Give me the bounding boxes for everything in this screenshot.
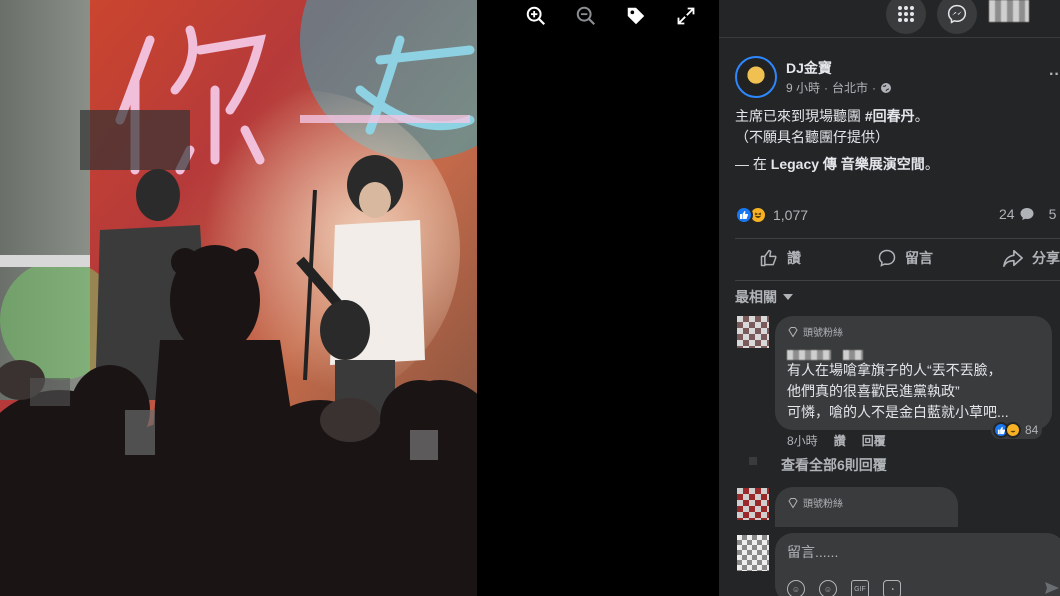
- zoom-in-icon[interactable]: [524, 4, 548, 28]
- gif-icon[interactable]: GIF: [851, 580, 869, 596]
- author-name[interactable]: DJ金寶: [786, 58, 832, 78]
- divider: [735, 238, 1060, 239]
- chevron-down-icon: [783, 294, 793, 300]
- comment-reaction-count: 84: [1025, 423, 1039, 437]
- post-time[interactable]: 9 小時: [786, 79, 820, 96]
- top-fan-badge[interactable]: 頭號粉絲: [787, 495, 843, 510]
- tag-icon[interactable]: [624, 4, 648, 28]
- comment-label: 留言: [905, 250, 933, 266]
- commenter-avatar-blurred[interactable]: [737, 316, 769, 348]
- comment-reply-button[interactable]: 回覆: [862, 432, 886, 449]
- fullscreen-icon[interactable]: [674, 4, 698, 28]
- engagement-counts: 24 5: [999, 206, 1056, 222]
- comment-like-button[interactable]: 讚: [834, 432, 846, 449]
- zoom-out-icon[interactable]: [574, 4, 598, 28]
- concert-photo[interactable]: [0, 0, 477, 596]
- comment-meta: 8小時 讚 回覆: [787, 432, 886, 449]
- post-panel: DJ金寶 9 小時 · 台北市 · ··· 主席已來到現場聽團 #回春丹。 （不…: [719, 0, 1060, 596]
- comment-sort-dropdown[interactable]: 最相關: [735, 287, 793, 307]
- post-location[interactable]: 台北市: [832, 79, 868, 96]
- commenter-name-blurred[interactable]: [787, 350, 831, 360]
- comment-composer: ☺ ☺ GIF ◔: [775, 533, 1060, 596]
- comment-count-icon: [1020, 208, 1034, 220]
- post-meta: 9 小時 · 台北市 ·: [786, 79, 892, 96]
- comment-time[interactable]: 8小時: [787, 432, 818, 449]
- share-label: 分享: [1032, 250, 1060, 266]
- comment-line: 他們真的很喜歡民進黨執政”: [787, 383, 960, 399]
- globe-icon: [881, 82, 892, 93]
- send-icon[interactable]: [1044, 580, 1060, 596]
- hashtag-link[interactable]: #回春丹: [865, 108, 915, 124]
- diamond-icon: [788, 326, 798, 337]
- comment-line: 可憐，嗆的人不是金白藍就小草吧...: [787, 404, 1009, 420]
- photo-viewer: [0, 0, 719, 596]
- emoji-icon[interactable]: ☺: [819, 580, 837, 596]
- sort-label: 最相關: [735, 289, 777, 305]
- like-label: 讚: [787, 250, 801, 266]
- diamond-icon: [788, 497, 798, 508]
- place-link[interactable]: Legacy 傳 音樂展演空間: [771, 156, 925, 172]
- comment-line: 有人在場嗆拿旗子的人“丟不丟臉，: [787, 362, 1002, 378]
- composer-tools: ☺ ☺ GIF ◔: [787, 580, 901, 596]
- author-avatar[interactable]: [735, 56, 777, 98]
- reaction-count: 1,077: [773, 207, 809, 223]
- post-body: 主席已來到現場聽團 #回春丹。 （不願具名聽團仔提供） — 在 Legacy 傳…: [735, 106, 1055, 175]
- messenger-icon[interactable]: [937, 0, 977, 34]
- commenter-avatar-blurred[interactable]: [737, 488, 769, 520]
- comment-bubble: 頭號粉絲 有人在場嗆拿旗子的人“丟不丟臉， 他們真的很喜歡民進黨執政” 可憐，嗆…: [775, 316, 1052, 430]
- divider: [735, 280, 1060, 281]
- share-icon: [1003, 249, 1023, 267]
- haha-reaction-icon: [1005, 422, 1021, 438]
- share-count[interactable]: 5: [1049, 206, 1057, 222]
- comment-icon: [878, 249, 896, 267]
- post-checkin-prefix: — 在: [735, 156, 771, 172]
- comment-input[interactable]: [787, 541, 1047, 563]
- share-button[interactable]: 分享: [1002, 248, 1060, 268]
- top-bar: [719, 0, 1060, 38]
- sticker-icon[interactable]: ◔: [883, 580, 901, 596]
- reply-thread-marker: [749, 457, 757, 465]
- comment-bubble: 頭號粉絲: [775, 487, 958, 527]
- avatar-sticker-icon[interactable]: ☺: [787, 580, 805, 596]
- comment-count[interactable]: 24: [999, 206, 1015, 222]
- post-text-line2: （不願具名聽團仔提供）: [735, 129, 889, 145]
- reaction-summary[interactable]: 1,077: [735, 206, 808, 224]
- post-text-line1: 主席已來到現場聽團: [735, 108, 865, 124]
- more-options-icon[interactable]: ···: [1049, 66, 1060, 84]
- comment-button[interactable]: 留言: [877, 248, 933, 268]
- like-reaction-icon: [735, 206, 753, 224]
- menu-grid-icon[interactable]: [886, 0, 926, 34]
- my-avatar-blurred[interactable]: [737, 535, 769, 571]
- top-fan-badge[interactable]: 頭號粉絲: [787, 324, 843, 339]
- like-button[interactable]: 讚: [759, 248, 801, 268]
- view-all-replies-link[interactable]: 查看全部6則回覆: [781, 455, 887, 475]
- comment-reactions[interactable]: 84: [991, 421, 1043, 439]
- concert-photo-image: [0, 0, 477, 596]
- profile-avatar-blurred[interactable]: [989, 0, 1029, 22]
- like-icon: [760, 249, 777, 267]
